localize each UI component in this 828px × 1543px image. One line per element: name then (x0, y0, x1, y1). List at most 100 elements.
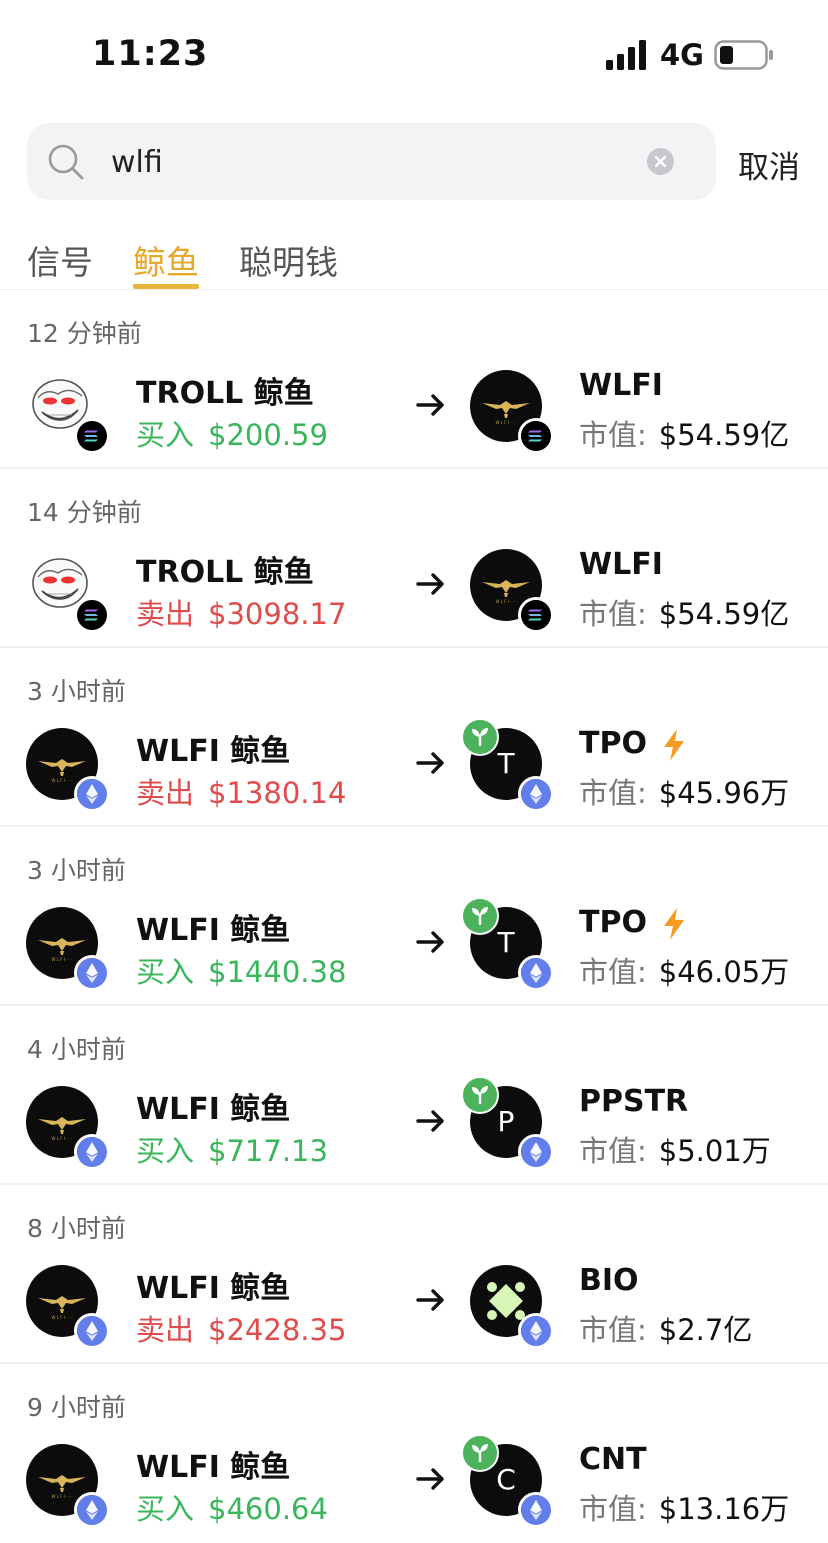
solana-chain-icon (74, 597, 110, 633)
whale-avatar[interactable]: W L F I · · · (26, 1444, 110, 1528)
token-avatar[interactable]: T (461, 897, 554, 991)
token-avatar[interactable]: C (461, 1434, 554, 1528)
buy-trade: 买入 $200.59 (136, 412, 328, 454)
token-symbol: BIO (579, 1263, 639, 1298)
svg-text:W L F I · · ·: W L F I · · · (51, 778, 72, 783)
trade-amount: $3098.17 (208, 597, 347, 631)
whale-name: WLFI 鲸鱼 (136, 1092, 291, 1127)
solana-chain-icon (74, 418, 110, 454)
arrow-right-icon (414, 1283, 448, 1317)
market-cap-value: $54.59亿 (658, 418, 790, 452)
feed-row[interactable]: 3 小时前 W L F I · · · WLFI 鲸鱼 买入 $1440.38 T TPO 市… (0, 827, 828, 1006)
feed-row[interactable]: 9 小时前 W L F I · · · WLFI 鲸鱼 买入 $460.64 C CNT 市值… (0, 1364, 828, 1543)
svg-text:W L F I · · ·: W L F I · · · (495, 599, 516, 604)
trade-action: 买入 (136, 1492, 195, 1526)
whale-avatar[interactable]: W L F I · · · (26, 1265, 110, 1349)
arrow-right-icon (414, 746, 448, 780)
whale-name: WLFI 鲸鱼 (136, 1450, 291, 1485)
search-bar[interactable] (27, 123, 716, 200)
timestamp: 4 小时前 (27, 1035, 126, 1064)
token-avatar[interactable] (470, 1265, 554, 1349)
market-cap: 市值: $5.01万 (579, 1128, 771, 1170)
market-cap-label: 市值: (579, 597, 647, 631)
timestamp: 3 小时前 (27, 856, 126, 885)
whale-name: TROLL 鲸鱼 (136, 555, 314, 590)
sell-trade: 卖出 $1380.14 (136, 770, 346, 812)
new-token-sprout-icon (461, 718, 499, 756)
whale-avatar[interactable] (26, 549, 110, 633)
trade-amount: $2428.35 (208, 1313, 347, 1347)
trade-amount: $200.59 (208, 418, 328, 452)
token-symbol: WLFI (579, 547, 663, 582)
buy-trade: 买入 $460.64 (136, 1486, 328, 1528)
sell-trade: 卖出 $3098.17 (136, 591, 346, 633)
whale-avatar[interactable] (26, 370, 110, 454)
token-avatar[interactable]: T (461, 718, 554, 812)
ethereum-chain-icon (74, 1134, 110, 1170)
timestamp: 8 小时前 (27, 1214, 126, 1243)
ethereum-chain-icon (74, 955, 110, 991)
ethereum-chain-icon (74, 1313, 110, 1349)
tab-bar: 信号 鲸鱼 聪明钱 (0, 230, 828, 290)
whale-avatar[interactable]: W L F I · · · (26, 1086, 110, 1170)
sell-trade: 卖出 $2428.35 (136, 1307, 346, 1349)
token-symbol: PPSTR (579, 1084, 689, 1119)
market-cap-label: 市值: (579, 1492, 647, 1526)
cancel-button[interactable]: 取消 (738, 142, 800, 187)
tab-whale[interactable]: 鲸鱼 (133, 236, 199, 284)
buy-trade: 买入 $1440.38 (136, 949, 346, 991)
whale-avatar[interactable]: W L F I · · · (26, 907, 110, 991)
market-cap-value: $54.59亿 (658, 597, 790, 631)
feed-row[interactable]: 12 分钟前 TROLL 鲸鱼 买入 $200.59 W L F I · · · WLFI… (0, 290, 828, 469)
battery-icon (714, 40, 773, 70)
timestamp: 3 小时前 (27, 677, 126, 706)
feed-row[interactable]: 3 小时前 W L F I · · · WLFI 鲸鱼 卖出 $1380.14 T TPO 市… (0, 648, 828, 827)
token-symbol: CNT (579, 1442, 647, 1477)
market-cap-label: 市值: (579, 776, 647, 810)
network-type: 4G (660, 38, 704, 72)
whale-name: WLFI 鲸鱼 (136, 1271, 291, 1306)
token-name: PPSTR (579, 1084, 688, 1119)
new-token-sprout-icon (461, 1076, 499, 1114)
buy-trade: 买入 $717.13 (136, 1128, 328, 1170)
token-name: TPO (579, 905, 647, 940)
ethereum-chain-icon (518, 776, 554, 812)
ethereum-chain-icon (518, 1313, 554, 1349)
arrow-right-icon (414, 388, 448, 422)
tab-smart-money[interactable]: 聪明钱 (239, 236, 338, 284)
ethereum-chain-icon (518, 1134, 554, 1170)
trade-amount: $717.13 (208, 1134, 328, 1168)
svg-text:W L F I · · ·: W L F I · · · (51, 957, 72, 962)
lightning-icon (661, 728, 687, 762)
timestamp: 12 分钟前 (27, 319, 142, 348)
ethereum-chain-icon (74, 776, 110, 812)
market-cap-value: $45.96万 (658, 776, 790, 810)
whale-avatar[interactable]: W L F I · · · (26, 728, 110, 812)
trade-amount: $1380.14 (208, 776, 347, 810)
solana-chain-icon (518, 418, 554, 454)
market-cap-label: 市值: (579, 955, 647, 989)
trade-action: 买入 (136, 955, 195, 989)
lightning-icon (661, 907, 687, 941)
token-avatar[interactable]: W L F I · · · (470, 370, 554, 454)
token-avatar[interactable]: P (461, 1076, 554, 1170)
token-avatar[interactable]: W L F I · · · (470, 549, 554, 633)
market-cap: 市值: $54.59亿 (579, 591, 789, 633)
search-icon (48, 144, 84, 180)
trade-action: 卖出 (136, 1313, 195, 1347)
arrow-right-icon (414, 1104, 448, 1138)
feed-row[interactable]: 4 小时前 W L F I · · · WLFI 鲸鱼 买入 $717.13 P PPSTR… (0, 1006, 828, 1185)
market-cap: 市值: $45.96万 (579, 770, 789, 812)
feed-row[interactable]: 8 小时前 W L F I · · · WLFI 鲸鱼 卖出 $2428.35 BIO 市值… (0, 1185, 828, 1364)
clear-icon[interactable] (647, 148, 674, 175)
trade-action: 买入 (136, 418, 195, 452)
timestamp: 14 分钟前 (27, 498, 142, 527)
feed-row[interactable]: 14 分钟前 TROLL 鲸鱼 卖出 $3098.17 W L F I · · · WLF… (0, 469, 828, 648)
token-symbol: WLFI (579, 368, 663, 403)
new-token-sprout-icon (461, 897, 499, 935)
tab-signal[interactable]: 信号 (27, 236, 93, 284)
token-name: CNT (579, 1442, 647, 1477)
market-cap: 市值: $46.05万 (579, 949, 789, 991)
search-input[interactable] (109, 135, 653, 189)
market-cap-label: 市值: (579, 1313, 647, 1347)
